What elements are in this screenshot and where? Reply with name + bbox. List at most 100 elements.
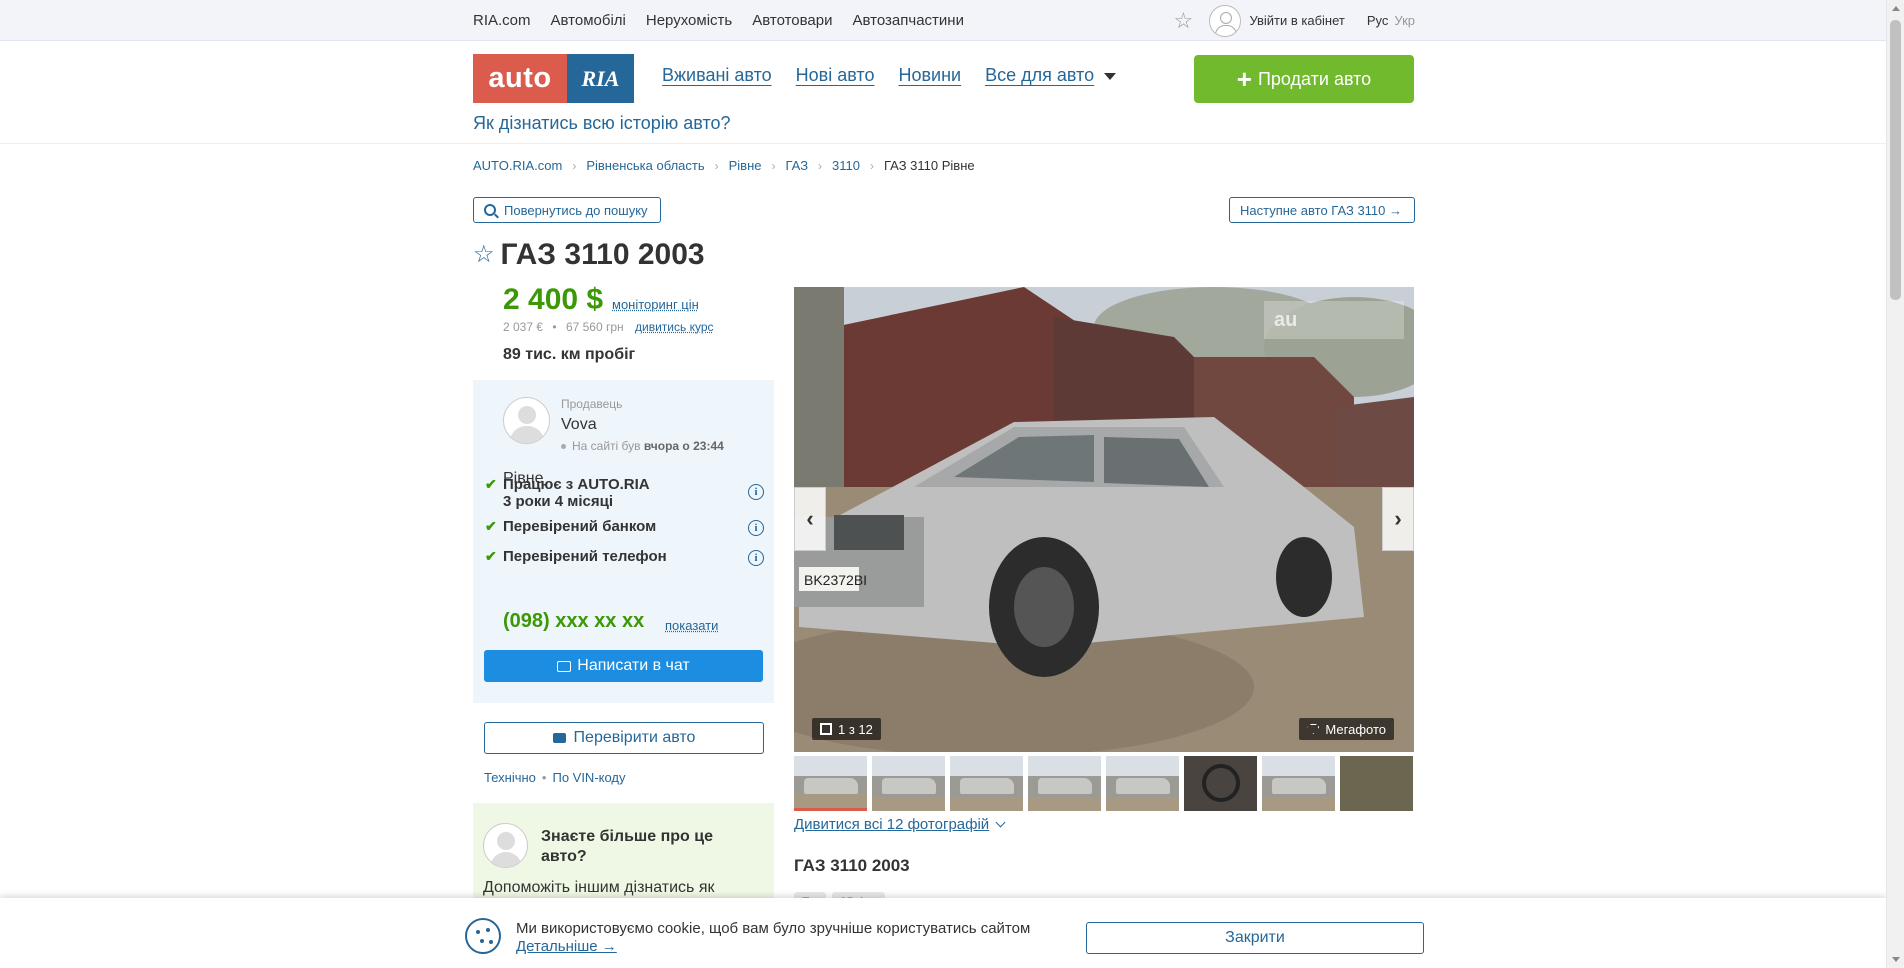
price-monitoring-link[interactable]: моніторинг цін [612,297,699,312]
thumbnail[interactable] [1184,756,1257,811]
thumbnail[interactable] [794,756,867,811]
info-icon[interactable]: i [748,520,764,536]
breadcrumb-item[interactable]: Рівне [729,158,762,173]
cookie-banner: Ми використовуємо cookie, щоб вам було з… [0,898,1886,968]
link-separator: • [541,770,547,785]
check-vin-link[interactable]: По VIN-коду [552,770,625,785]
megaphoto-button[interactable]: Мегафото [1299,718,1394,740]
know-more-box: Знаєте більше про це авто? Допоможіть ін… [473,803,774,903]
top-nav-autogoods[interactable]: Автотовари [752,12,832,29]
seller-avatar [503,397,550,444]
know-more-title: Знаєте більше про це авто? [541,828,713,865]
search-icon [484,204,496,216]
check-label: Перевірений телефон [503,548,667,565]
caret-down-icon [1104,72,1117,80]
seller-phone: (098) xxx xx xx [503,610,645,632]
view-all-photos-link[interactable]: Дивитися всі 12 фотографій [794,816,1006,833]
logo-ria: RIA [567,54,634,103]
seller-box: Продавець Vova На сайті був вчора о 23:4… [473,380,774,703]
info-icon[interactable]: i [748,484,764,500]
top-nav-auto[interactable]: Автомобілі [551,12,626,29]
sell-car-button[interactable]: + Продати авто [1194,55,1414,103]
gallery-icon [820,723,832,735]
main-photo[interactable]: BK2372BI au ‹ › 1 з 12 Мегафото [794,287,1414,752]
top-nav-realty[interactable]: Нерухомість [646,12,732,29]
check-phone-verified: ✔ Перевірений телефон [485,548,667,565]
seller-name: Vova [561,416,597,433]
thumbnail[interactable] [1262,756,1335,811]
scrollbar[interactable] [1886,0,1904,968]
nav-all-for-car[interactable]: Все для авто [985,65,1117,86]
thumbnail[interactable] [1106,756,1179,811]
photo-counter: 1 з 12 [812,718,881,740]
page-title: ГАЗ 3110 2003 [500,238,705,271]
scroll-thumb[interactable] [1890,20,1901,300]
car-history-link[interactable]: Як дізнатись всю історію авто? [473,113,731,134]
breadcrumb-item[interactable]: 3110 [832,158,860,173]
prev-photo-button[interactable]: ‹ [794,487,826,551]
online-prefix: На сайті був [572,439,641,453]
nav-new-cars[interactable]: Нові авто [796,65,875,86]
thumbnail[interactable] [872,756,945,811]
know-more-avatar [483,823,528,868]
breadcrumb-separator-icon: › [771,158,776,173]
chevron-down-icon [995,817,1006,828]
thumbnail[interactable] [950,756,1023,811]
plus-icon: + [1236,64,1252,94]
breadcrumb-separator-icon: › [818,158,823,173]
lang-ru[interactable]: Рус [1367,13,1389,28]
breadcrumb-separator-icon: › [870,158,875,173]
user-avatar-icon[interactable] [1209,4,1242,37]
show-phone-link[interactable]: показати [665,618,718,633]
nav-all-for-car-label: Все для авто [985,65,1095,85]
details-title: ГАЗ 3110 2003 [794,856,910,875]
car-icon [552,733,566,743]
next-car-button[interactable]: Наступне авто ГАЗ 3110 → [1229,197,1415,223]
check-line2: 3 роки 4 місяці [503,493,613,510]
back-to-search-label: Повернутись до пошуку [504,202,648,218]
nav-news[interactable]: Новини [898,65,961,86]
lang-ua[interactable]: Укр [1394,13,1415,28]
know-more-text: Допоможіть іншим дізнатись як [483,879,715,896]
check-bank-verified: ✔ Перевірений банком [485,518,656,535]
write-to-chat-button[interactable]: Написати в чат [484,650,763,682]
cookie-more-link[interactable]: Детальніше → [516,938,617,955]
scroll-up-icon[interactable] [1892,6,1900,11]
check-technical-link[interactable]: Технічно [484,770,536,785]
breadcrumb-item[interactable]: AUTO.RIA.com [473,158,562,173]
check-label: Працює з AUTO.RIA 3 роки 4 місяці [503,476,650,510]
top-nav: RIA.com Автомобілі Нерухомість Автотовар… [473,0,964,41]
header: auto RIA Вживані авто Нові авто Новини В… [0,41,1886,144]
login-link[interactable]: Увійти в кабінет [1249,13,1344,28]
thumbnail-strip [794,756,1413,811]
view-all-photos-label: Дивитися всі 12 фотографій [794,816,990,833]
thumbnail[interactable] [1028,756,1101,811]
breadcrumb-item[interactable]: ГАЗ [786,158,809,173]
exchange-rate-link[interactable]: дивитись курс [635,320,714,334]
cookie-close-button[interactable]: Закрити [1086,922,1424,954]
check-car-button[interactable]: Перевірити авто [484,722,764,754]
check-car-links: Технічно • По VIN-коду [484,770,626,785]
autoria-logo[interactable]: auto RIA [473,54,634,103]
mileage: 89 тис. км пробіг [503,346,636,363]
checkmark-icon: ✔ [485,476,497,492]
thumbnail[interactable] [1340,756,1413,811]
top-nav-parts[interactable]: Автозапчастини [853,12,964,29]
scroll-down-icon[interactable] [1892,957,1900,962]
breadcrumb-item[interactable]: Рівненська область [586,158,704,173]
info-icon[interactable]: i [748,550,764,566]
top-nav-ria[interactable]: RIA.com [473,12,531,29]
photo-counter-label: 1 з 12 [838,721,873,737]
back-to-search-button[interactable]: Повернутись до пошуку [473,197,661,223]
cookie-icon [465,918,501,954]
price-uah: 67 560 грн [565,320,624,334]
price-other-currencies: 2 037 € • 67 560 грн дивитись курс [503,320,714,334]
checkmark-icon: ✔ [485,518,497,534]
check-line1: Працює з AUTO.RIA [503,476,650,493]
next-photo-button[interactable]: › [1382,487,1414,551]
favorite-star-icon[interactable]: ☆ [473,243,495,267]
favorites-star-icon[interactable]: ☆ [1173,9,1195,32]
seller-label: Продавець [561,397,623,411]
photo-watermark: au [1264,301,1404,339]
nav-used-cars[interactable]: Вживані авто [662,65,772,86]
